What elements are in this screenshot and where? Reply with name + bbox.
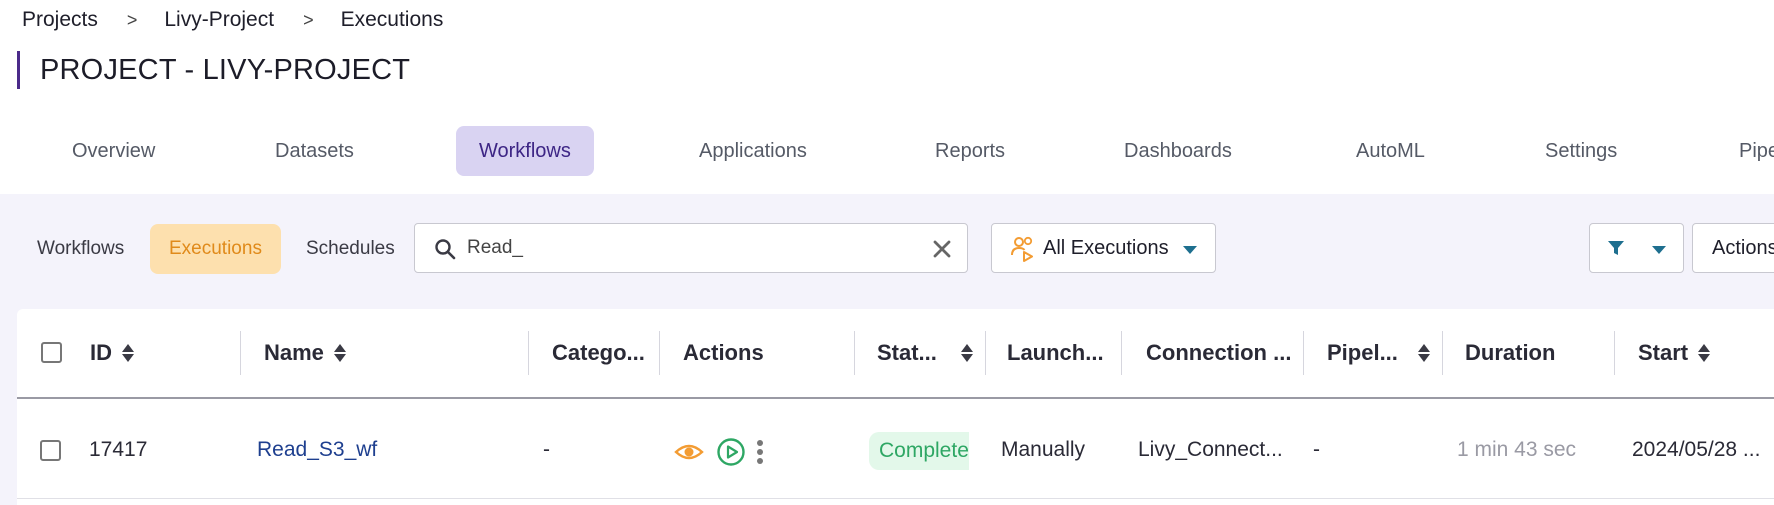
column-header-launched[interactable]: Launch...	[1007, 309, 1104, 397]
breadcrumb-separator-icon: >	[126, 9, 138, 30]
filter-button[interactable]	[1589, 223, 1684, 273]
column-divider[interactable]	[1614, 331, 1615, 375]
column-divider[interactable]	[985, 331, 986, 375]
play-icon[interactable]	[716, 437, 746, 467]
breadcrumb: Projects > Livy-Project > Executions	[22, 6, 443, 34]
column-header-id[interactable]: ID	[90, 309, 134, 397]
column-header-category[interactable]: Catego...	[552, 309, 645, 397]
filter-icon	[1608, 241, 1624, 255]
actions-button[interactable]: Actions	[1692, 223, 1774, 273]
cell-duration: 1 min 43 sec	[1457, 438, 1577, 461]
column-divider[interactable]	[1303, 331, 1304, 375]
tab-workflows[interactable]: Workflows	[456, 126, 594, 176]
status-label: Complete	[879, 439, 969, 462]
table-row[interactable]: 17417 Read_S3_wf - Complete Manually Liv…	[17, 401, 1774, 499]
column-header-connection[interactable]: Connection ...	[1146, 309, 1291, 397]
tab-settings[interactable]: Settings	[1545, 126, 1617, 176]
cell-category: -	[543, 438, 550, 461]
chevron-down-icon	[1183, 246, 1197, 254]
sort-icon[interactable]	[122, 343, 134, 363]
column-divider[interactable]	[659, 331, 660, 375]
tab-datasets[interactable]: Datasets	[275, 126, 354, 176]
page-title-container: PROJECT - LIVY-PROJECT	[17, 51, 410, 89]
column-divider[interactable]	[854, 331, 855, 375]
column-header-name[interactable]: Name	[264, 309, 346, 397]
chevron-down-icon	[1652, 246, 1666, 254]
column-header-actions: Actions	[683, 340, 764, 365]
breadcrumb-executions: Executions	[340, 8, 444, 31]
subtab-schedules[interactable]: Schedules	[306, 224, 395, 274]
sort-icon[interactable]	[1698, 343, 1711, 363]
breadcrumb-projects[interactable]: Projects	[22, 8, 98, 32]
page-title: PROJECT - LIVY-PROJECT	[40, 53, 411, 86]
subtab-workflows[interactable]: Workflows	[37, 224, 124, 274]
cell-pipeline: -	[1313, 438, 1320, 461]
cell-id: 17417	[89, 438, 148, 461]
close-icon[interactable]	[929, 236, 955, 262]
sort-icon[interactable]	[960, 343, 973, 363]
column-divider[interactable]	[240, 331, 241, 375]
column-header-status[interactable]: Stat...	[877, 309, 973, 397]
cell-start: 2024/05/28 ...	[1632, 438, 1761, 461]
tab-applications[interactable]: Applications	[699, 126, 807, 176]
column-divider[interactable]	[528, 331, 529, 375]
executions-filter-dropdown[interactable]: All Executions	[991, 223, 1216, 273]
search-icon	[435, 239, 456, 260]
row-checkbox[interactable]	[40, 440, 61, 461]
select-all-checkbox[interactable]	[41, 342, 62, 363]
breadcrumb-livy-project[interactable]: Livy-Project	[164, 8, 274, 32]
tab-dashboards[interactable]: Dashboards	[1124, 126, 1232, 176]
sort-icon[interactable]	[1417, 343, 1430, 363]
tab-automl[interactable]: AutoML	[1356, 126, 1425, 176]
table-header: ID Name Catego... Actions Stat... Launch…	[17, 309, 1774, 399]
project-tabs: Overview Datasets Workflows Applications…	[0, 126, 1774, 176]
column-divider[interactable]	[1442, 331, 1443, 375]
sort-icon[interactable]	[333, 343, 346, 363]
executions-filter-label: All Executions	[1043, 237, 1169, 259]
cell-connection: Livy_Connect...	[1138, 438, 1283, 461]
more-vertical-icon[interactable]	[754, 439, 766, 465]
subtab-executions[interactable]: Executions	[150, 224, 281, 274]
status-badge: Complete	[869, 432, 969, 470]
tab-reports[interactable]: Reports	[935, 126, 1005, 176]
executions-table: ID Name Catego... Actions Stat... Launch…	[17, 309, 1774, 505]
column-divider[interactable]	[1121, 331, 1122, 375]
tab-overview[interactable]: Overview	[72, 126, 155, 176]
eye-icon[interactable]	[674, 442, 704, 462]
column-header-duration[interactable]: Duration	[1465, 309, 1555, 397]
cell-launched: Manually	[1001, 438, 1086, 461]
search-box	[414, 223, 968, 273]
tab-pipelines[interactable]: Pipe	[1739, 126, 1774, 176]
actions-button-label: Actions	[1712, 237, 1774, 259]
breadcrumb-separator-icon: >	[303, 9, 314, 30]
column-header-pipeline[interactable]: Pipel...	[1327, 309, 1430, 397]
column-header-start[interactable]: Start	[1638, 309, 1711, 397]
users-play-icon	[1011, 236, 1033, 262]
cell-name-link[interactable]: Read_S3_wf	[257, 401, 377, 499]
search-input[interactable]	[467, 234, 907, 262]
